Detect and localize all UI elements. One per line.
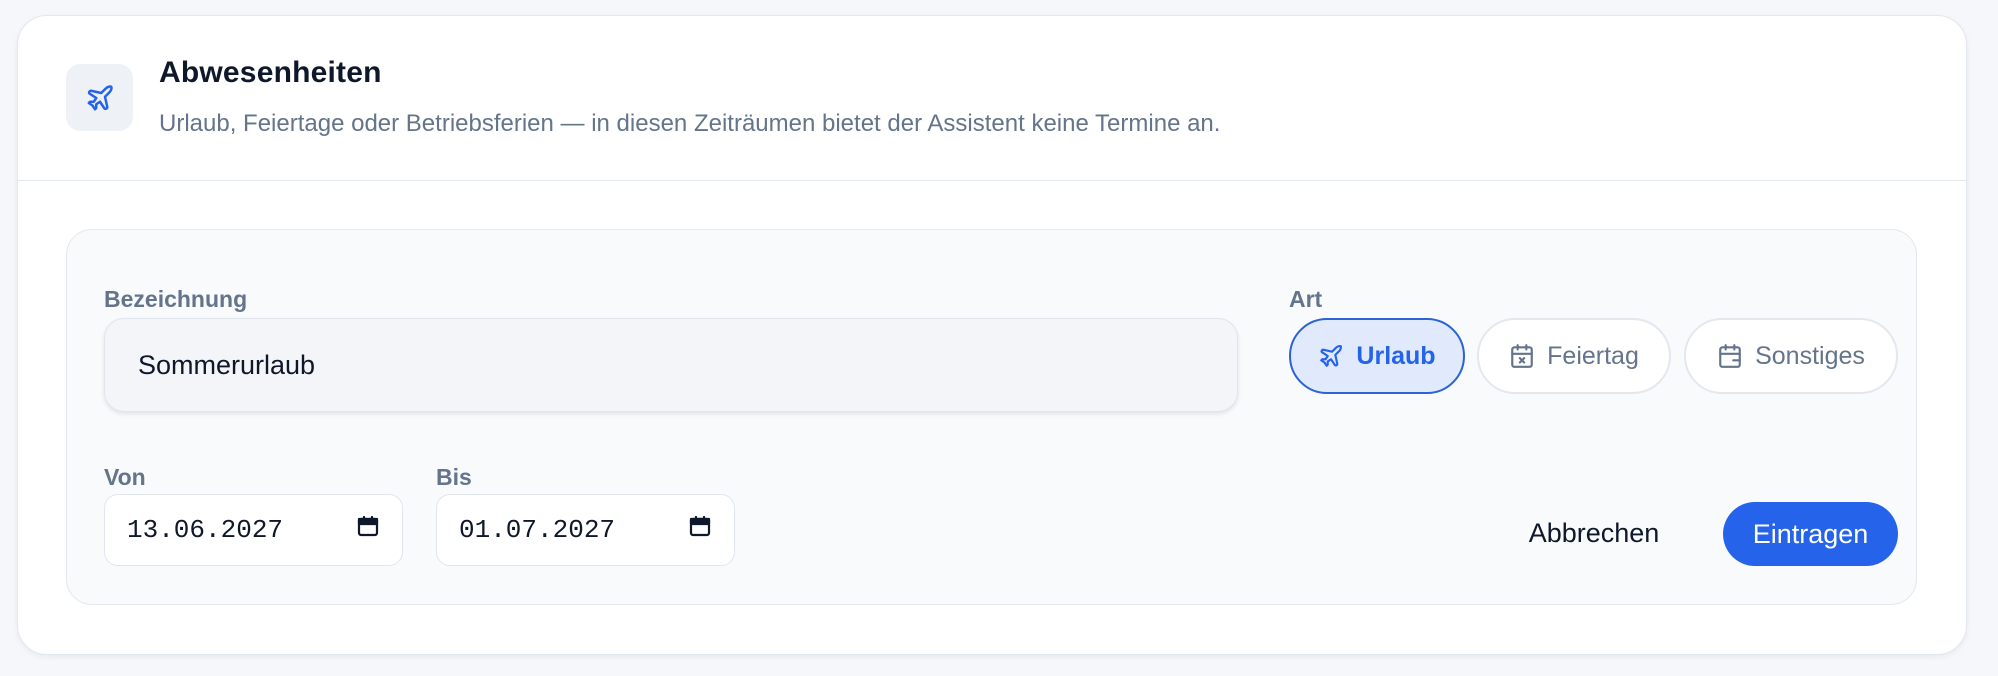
type-option-label: Sonstiges [1755,341,1865,370]
submit-button[interactable]: Eintragen [1723,502,1898,566]
to-date-value: 01.07.2027 [459,515,616,545]
absence-form: Bezeichnung Art Urlaub Feiertag [66,229,1917,605]
type-option-label: Feiertag [1547,341,1639,370]
page-title: Abwesenheiten [159,56,382,89]
type-option-label: Urlaub [1356,341,1436,370]
from-date-value: 13.06.2027 [127,515,284,545]
to-date-input[interactable]: 01.07.2027 [436,494,735,566]
type-option-feiertag[interactable]: Feiertag [1477,318,1671,394]
type-option-sonstiges[interactable]: Sonstiges [1684,318,1898,394]
plane-icon [1318,343,1344,369]
cancel-button[interactable]: Abbrechen [1514,502,1674,564]
name-input[interactable] [104,318,1238,412]
page-subtitle: Urlaub, Feiertage oder Betriebsferien — … [159,110,1221,137]
absences-card: Abwesenheiten Urlaub, Feiertage oder Bet… [17,15,1967,655]
type-label: Art [1289,286,1323,312]
name-label: Bezeichnung [104,286,248,312]
plane-icon [66,64,133,131]
from-label: Von [104,464,146,490]
type-option-urlaub[interactable]: Urlaub [1289,318,1465,394]
calendar-icon[interactable] [688,514,712,546]
calendar-minus-icon [1717,343,1743,369]
to-label: Bis [436,464,472,490]
calendar-x-icon [1509,343,1535,369]
card-header: Abwesenheiten Urlaub, Feiertage oder Bet… [18,16,1966,181]
calendar-icon[interactable] [356,514,380,546]
from-date-input[interactable]: 13.06.2027 [104,494,403,566]
